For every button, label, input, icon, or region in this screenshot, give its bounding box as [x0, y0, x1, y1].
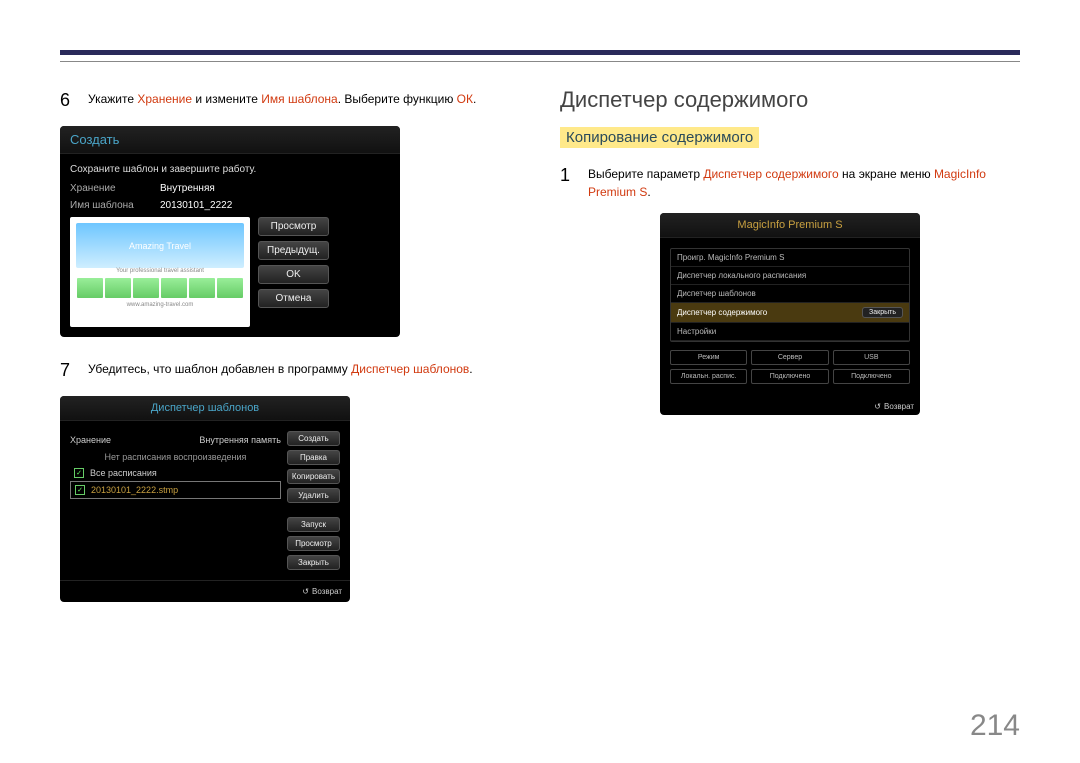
- screenshot-magicinfo-menu: MagicInfo Premium S Проигр. MagicInfo Pr…: [660, 213, 920, 415]
- item-label: Все расписания: [90, 468, 157, 478]
- highlight: Имя шаблона: [261, 92, 337, 106]
- step-1: 1 Выберите параметр Диспетчер содержимог…: [560, 162, 1020, 201]
- thumb-subtitle: Your professional travel assistant: [116, 268, 204, 274]
- checkbox-icon: ✓: [75, 485, 85, 495]
- copy-button[interactable]: Копировать: [287, 469, 340, 484]
- row-name: Имя шаблона 20130101_2222: [70, 200, 390, 211]
- right-column: Диспетчер содержимого Копирование содерж…: [560, 87, 1020, 622]
- prev-button[interactable]: Предыдущ.: [258, 241, 329, 260]
- list-header: Хранение Внутренняя память: [70, 431, 281, 449]
- left-column: 6 Укажите Хранение и измените Имя шаблон…: [60, 87, 520, 622]
- grid-cell: Режим: [670, 350, 747, 365]
- step-text: Выберите параметр Диспетчер содержимого …: [588, 162, 1020, 201]
- grid-cell: Сервер: [751, 350, 828, 365]
- preview-button[interactable]: Просмотр: [258, 217, 329, 236]
- step-number: 7: [60, 357, 76, 384]
- menu-item[interactable]: Проигр. MagicInfo Premium S: [671, 249, 909, 267]
- return-icon: [302, 587, 312, 596]
- status-grid-header: Режим Сервер USB: [670, 350, 910, 365]
- status-grid-values: Локальн. распис. Подключено Подключено: [670, 369, 910, 384]
- step-text: Убедитесь, что шаблон добавлен в програм…: [88, 357, 473, 384]
- grid-cell: Подключено: [751, 369, 828, 384]
- preview-button[interactable]: Просмотр: [287, 536, 340, 551]
- highlight: Диспетчер содержимого: [703, 167, 838, 181]
- text: . Выберите функцию: [338, 92, 457, 106]
- panel-a-buttons: Просмотр Предыдущ. OK Отмена: [258, 217, 329, 327]
- return-icon: [874, 402, 884, 411]
- grid-cell: Подключено: [833, 369, 910, 384]
- screenshot-create: Создать Сохраните шаблон и завершите раб…: [60, 126, 400, 337]
- panel-title: Создать: [60, 126, 400, 154]
- panel-b-buttons: Создать Правка Копировать Удалить Запуск…: [287, 431, 340, 570]
- run-button[interactable]: Запуск: [287, 517, 340, 532]
- thumb-title: Amazing Travel: [129, 241, 191, 251]
- template-thumbnail: Amazing Travel Your professional travel …: [70, 217, 250, 327]
- highlight: Хранение: [137, 92, 192, 106]
- thumb-url: www.amazing-travel.com: [127, 302, 194, 308]
- screenshot-template-manager: Диспетчер шаблонов Хранение Внутренняя п…: [60, 396, 350, 602]
- label: Хранение: [70, 183, 140, 194]
- highlight: ОК: [457, 92, 473, 106]
- section-title: Диспетчер содержимого: [560, 87, 1020, 113]
- menu-item[interactable]: Настройки: [671, 323, 909, 341]
- step-number: 1: [560, 162, 576, 201]
- row-storage: Хранение Внутренняя: [70, 183, 390, 194]
- header-rule-thin: [60, 61, 1020, 62]
- close-button[interactable]: Закрыть: [287, 555, 340, 570]
- panel-title: Диспетчер шаблонов: [60, 396, 350, 421]
- text: Убедитесь, что шаблон добавлен в програм…: [88, 362, 351, 376]
- close-button[interactable]: Закрыть: [862, 307, 903, 318]
- list-item-file[interactable]: ✓ 20130101_2222.stmp: [70, 481, 281, 499]
- thumb-row: [77, 278, 243, 298]
- highlight: Диспетчер шаблонов: [351, 362, 469, 376]
- grid-cell: Локальн. распис.: [670, 369, 747, 384]
- edit-button[interactable]: Правка: [287, 450, 340, 465]
- section-subtitle: Копирование содержимого: [560, 127, 759, 148]
- panel-title: MagicInfo Premium S: [660, 213, 920, 238]
- text: Выберите параметр: [588, 167, 703, 181]
- step-text: Укажите Хранение и измените Имя шаблона.…: [88, 87, 476, 114]
- checkbox-icon: ✓: [74, 468, 84, 478]
- ok-button[interactable]: OK: [258, 265, 329, 284]
- step-7: 7 Убедитесь, что шаблон добавлен в прогр…: [60, 357, 520, 384]
- thumb-hero: Amazing Travel: [76, 223, 244, 268]
- header-rule-thick: [60, 50, 1020, 55]
- item-label: 20130101_2222.stmp: [91, 485, 178, 495]
- text: и измените: [192, 92, 261, 106]
- menu-item-selected[interactable]: Диспетчер содержимого Закрыть: [671, 303, 909, 323]
- header-left: Хранение: [70, 435, 111, 445]
- panel-footer: Возврат: [60, 580, 350, 602]
- text: .: [469, 362, 472, 376]
- grid-cell: USB: [833, 350, 910, 365]
- header-right: Внутренняя память: [199, 435, 281, 445]
- label: Имя шаблона: [70, 200, 140, 211]
- menu-list: Проигр. MagicInfo Premium S Диспетчер ло…: [670, 248, 910, 342]
- save-message: Сохраните шаблон и завершите работу.: [70, 164, 390, 175]
- cancel-button[interactable]: Отмена: [258, 289, 329, 308]
- value: Внутренняя: [160, 183, 215, 194]
- text: .: [647, 185, 650, 199]
- panel-footer: Возврат: [660, 398, 920, 415]
- return-label[interactable]: Возврат: [884, 402, 914, 411]
- delete-button[interactable]: Удалить: [287, 488, 340, 503]
- text: .: [473, 92, 476, 106]
- page-number: 214: [970, 709, 1020, 743]
- return-label[interactable]: Возврат: [312, 587, 342, 596]
- empty-schedule: Нет расписания воспроизведения: [70, 449, 281, 465]
- value: 20130101_2222: [160, 200, 232, 211]
- text: Укажите: [88, 92, 137, 106]
- step-6: 6 Укажите Хранение и измените Имя шаблон…: [60, 87, 520, 114]
- menu-item[interactable]: Диспетчер локального расписания: [671, 267, 909, 285]
- template-list: Хранение Внутренняя память Нет расписани…: [70, 431, 281, 570]
- item-label: Диспетчер содержимого: [677, 308, 767, 317]
- step-number: 6: [60, 87, 76, 114]
- menu-item[interactable]: Диспетчер шаблонов: [671, 285, 909, 303]
- create-button[interactable]: Создать: [287, 431, 340, 446]
- list-item-all[interactable]: ✓ Все расписания: [70, 465, 281, 481]
- text: на экране меню: [839, 167, 934, 181]
